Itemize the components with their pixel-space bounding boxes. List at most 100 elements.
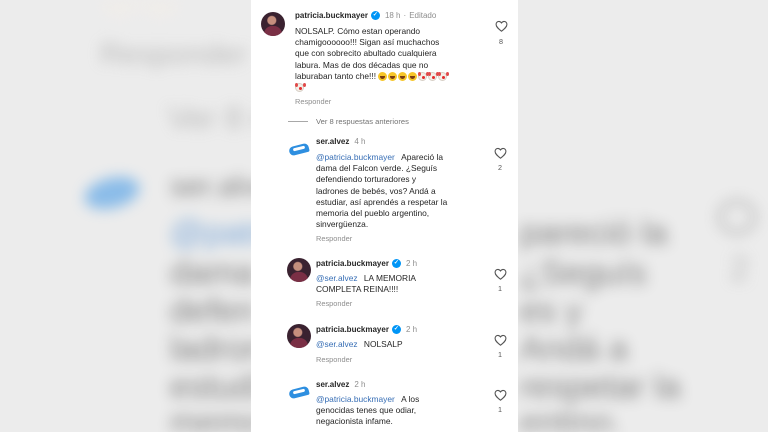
comment-header: patricia.buckmayer ✓ 18 h · Editado [295, 11, 436, 20]
text-line: @ser.alvez NOLSALP [316, 339, 486, 350]
verified-badge-icon: ✓ [370, 11, 380, 20]
bg-reply-label: Responder [100, 38, 247, 71]
clown-emoji-icon [140, 0, 180, 18]
like-count: 8 [499, 37, 503, 46]
heart-icon[interactable] [494, 389, 507, 401]
text-line: ladrones de bebés, vos? Andá a [316, 185, 436, 196]
heart-icon[interactable] [495, 20, 508, 32]
bg-right-line-2: es y [520, 292, 583, 330]
clown-emoji-icon [100, 0, 140, 18]
bg-right-line-5: entino, [520, 404, 623, 432]
bg-ser-avatar [81, 171, 143, 215]
reply-button[interactable]: Responder [316, 355, 352, 364]
text-line: @patricia.buckmayer A los [316, 394, 491, 405]
edited-label: Editado [409, 11, 437, 20]
username[interactable]: patricia.buckmayer [295, 11, 368, 20]
bg-right-line-4: respetar la [520, 368, 681, 406]
emoji-row [295, 83, 304, 93]
timestamp: 2 h [405, 325, 418, 334]
face-with-tears-of-joy-icon [398, 72, 408, 82]
text-line: laburaban tanto che!!! [295, 71, 500, 82]
timestamp: 18 h [384, 11, 401, 20]
text-line: @ser.alvez LA MEMORIA [316, 273, 486, 284]
comment-header: patricia.buckmayer ✓ 2 h [316, 259, 417, 268]
verified-badge-icon: ✓ [391, 325, 401, 334]
comments-panel: patricia.buckmayer ✓ 18 h · Editado NOLS… [251, 0, 518, 432]
face-with-tears-of-joy-icon [408, 72, 418, 82]
text-line-start: A los [401, 394, 420, 404]
comment-header: ser.alvez 4 h [316, 137, 366, 146]
reply-button[interactable]: Responder [316, 299, 352, 308]
username[interactable]: ser.alvez [316, 380, 349, 389]
username[interactable]: patricia.buckmayer [316, 325, 389, 334]
text-line: que con sobrecito abultado cualquiera [295, 48, 437, 59]
divider [288, 121, 308, 122]
comment-text: @patricia.buckmayer A los genocidas tene… [316, 394, 491, 428]
clown-face-icon [295, 83, 304, 93]
face-with-tears-of-joy-icon [388, 72, 398, 82]
comment-header: patricia.buckmayer ✓ 2 h [316, 325, 417, 334]
bg-line-4: estudi [170, 368, 261, 406]
clown-face-icon [418, 72, 428, 82]
text-line: negacionista infame. [316, 416, 393, 427]
patricia-avatar[interactable] [287, 258, 311, 282]
mention-link[interactable]: @patricia.buckmayer [316, 152, 395, 162]
bg-right-line-0: pareció la [520, 214, 668, 252]
text-line [295, 82, 500, 93]
text-line-start: NOLSALP [363, 339, 403, 349]
patricia-avatar[interactable] [287, 324, 311, 348]
text-line: COMPLETA REINA!!!! [316, 284, 399, 295]
text-line: @patricia.buckmayer Apareció la [316, 152, 494, 163]
bg-right-line-3: Andá a [520, 330, 628, 368]
mention-link[interactable]: @ser.alvez [316, 339, 358, 349]
timestamp: 2 h [405, 259, 418, 268]
bg-line-2: defen [170, 292, 256, 330]
bg-see-more: Ver 8 r [168, 100, 263, 136]
timestamp: 4 h [354, 137, 366, 146]
timestamp: 2 h [354, 380, 366, 389]
clown-face-icon [428, 72, 438, 82]
comment-text: @ser.alvez LA MEMORIA COMPLETA REINA!!!! [316, 273, 486, 295]
text-line: genocidas tenes que odiar, [316, 405, 417, 416]
ser-alvez-avatar[interactable] [287, 137, 311, 161]
heart-icon[interactable] [494, 334, 507, 346]
face-with-tears-of-joy-icon [378, 72, 388, 82]
patricia-avatar[interactable] [261, 12, 285, 36]
username[interactable]: ser.alvez [316, 137, 349, 146]
text-line-end: laburaban tanto che!!! [295, 70, 377, 81]
text-line: defendiendo torturadores y [316, 174, 417, 185]
username[interactable]: patricia.buckmayer [316, 259, 389, 268]
comment-header: ser.alvez 2 h [316, 380, 366, 389]
text-line: memoria del pueblo argentino, [316, 208, 430, 219]
mention-link[interactable]: @ser.alvez [316, 273, 358, 283]
bg-heart-icon [718, 200, 756, 234]
comment-text: @ser.alvez NOLSALP [316, 339, 486, 350]
text-line: estudiar, así aprendés a respetar la [316, 196, 448, 207]
like-count: 1 [498, 284, 502, 293]
like-count: 1 [498, 350, 502, 359]
bg-right-line-1: ¿Seguís [520, 254, 647, 292]
text-line-start: Apareció la [401, 152, 444, 162]
text-line: dama del Falcon verde. ¿Seguís [316, 163, 438, 174]
mention-link[interactable]: @patricia.buckmayer [316, 394, 395, 404]
clown-face-icon [438, 72, 448, 82]
reply-button[interactable]: Responder [316, 234, 352, 243]
text-line: labura. Mas de dos décadas que no [295, 59, 429, 70]
like-count: 1 [498, 405, 502, 414]
reply-button[interactable]: Responder [295, 97, 331, 106]
emoji-row [378, 72, 448, 82]
text-line: chamigoooooo!!! Sigan así muchachos [295, 37, 440, 48]
text-line-start: LA MEMORIA [363, 273, 417, 283]
bg-like-count: 2 [730, 250, 749, 288]
dot-separator: · [403, 11, 407, 20]
verified-badge-icon: ✓ [391, 259, 401, 268]
comment-text: NOLSALP. Cómo estan operando chamigooooo… [295, 26, 500, 93]
comment-text: @patricia.buckmayer Apareció la dama del… [316, 152, 494, 230]
heart-icon[interactable] [494, 147, 507, 159]
text-line: sinvergüenza. [316, 219, 369, 230]
ser-alvez-avatar[interactable] [287, 380, 311, 404]
like-count: 2 [498, 163, 502, 172]
see-previous-replies-button[interactable]: Ver 8 respuestas anteriores [316, 117, 409, 126]
heart-icon[interactable] [494, 268, 507, 280]
text-line: NOLSALP. Cómo estan operando [295, 26, 421, 36]
